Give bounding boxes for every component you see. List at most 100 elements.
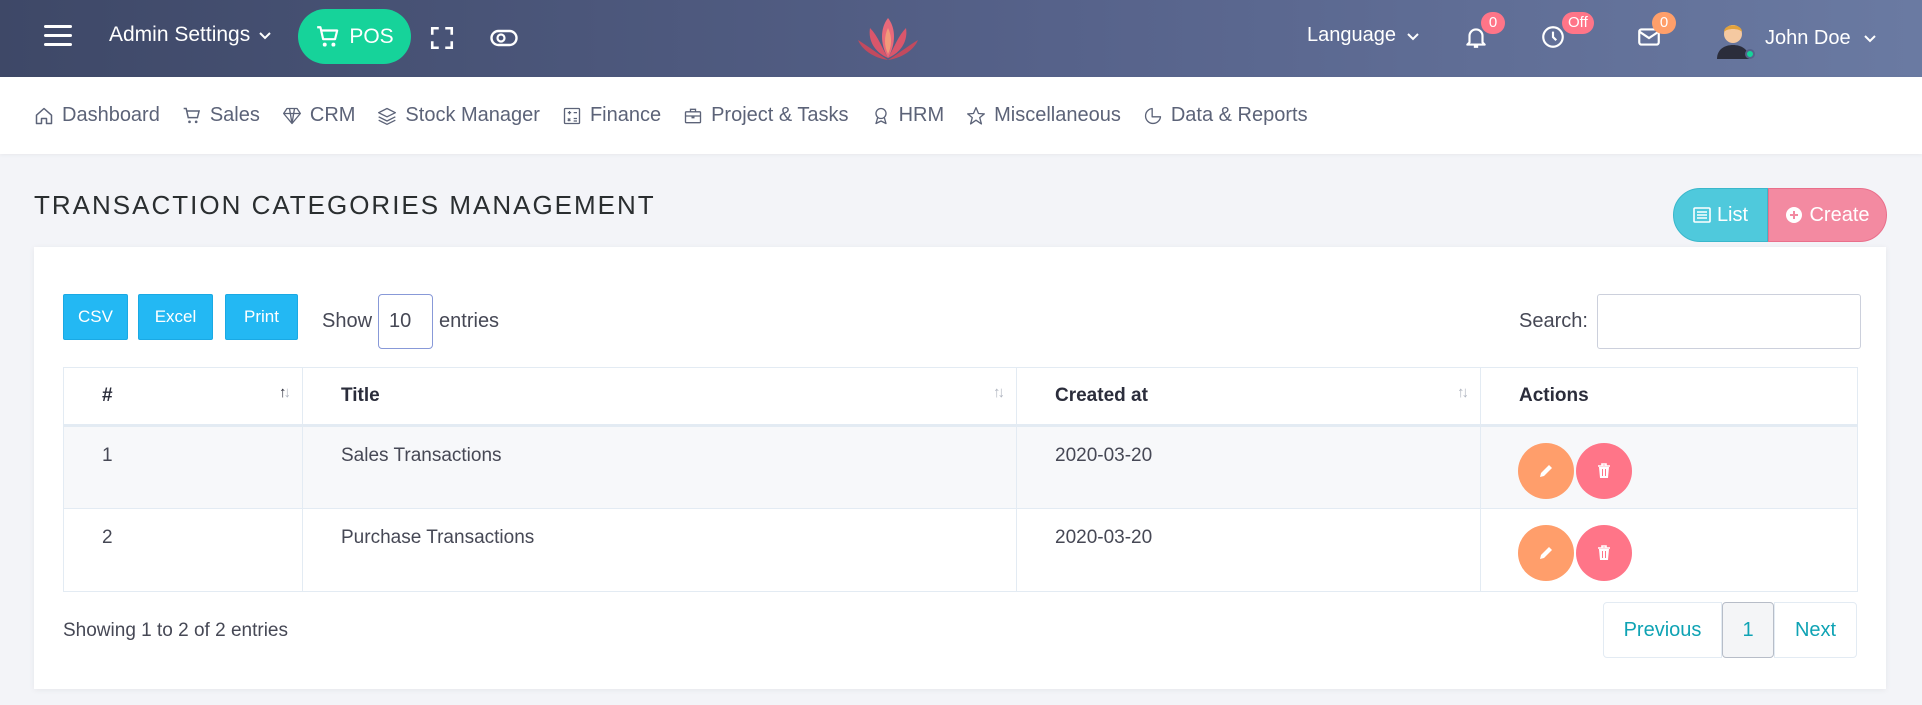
nav-item-data-reports[interactable]: Data & Reports — [1143, 104, 1308, 127]
list-label: List — [1716, 203, 1749, 226]
nav-item-finance[interactable]: Finance — [562, 104, 661, 127]
calculator-icon — [563, 107, 581, 124]
column-header-title[interactable]: Title ↑↓ — [302, 367, 1017, 427]
cart-icon — [183, 107, 200, 123]
header-label: # — [102, 385, 113, 406]
award-icon — [874, 107, 887, 124]
language-label: Language — [1307, 24, 1396, 46]
row-created-at: 2020-03-20 — [1016, 425, 1481, 509]
next-page-button[interactable]: Next — [1774, 602, 1857, 658]
excel-export-button[interactable]: Excel — [138, 294, 213, 340]
user-dropdown[interactable]: John Doe — [1713, 17, 1877, 59]
categories-card: CSV Excel Print Show 10 entries Search: … — [34, 247, 1886, 689]
pencil-icon — [1540, 465, 1552, 477]
create-button[interactable]: Create — [1768, 188, 1887, 242]
edit-button[interactable] — [1518, 443, 1574, 499]
row-number: 1 — [63, 425, 303, 509]
diamond-icon — [282, 107, 301, 124]
chevron-down-icon — [1407, 32, 1419, 40]
admin-settings-label: Admin Settings — [109, 23, 251, 46]
chevron-down-icon — [259, 32, 271, 40]
nav-label: Dashboard — [62, 104, 160, 126]
notifications-badge: 0 — [1481, 12, 1505, 34]
plus-circle-icon — [1786, 207, 1803, 223]
notifications-button[interactable]: 0 — [1463, 12, 1505, 54]
pencil-icon — [1540, 547, 1552, 559]
header-label: Created at — [1055, 385, 1148, 406]
clock-icon — [1542, 26, 1564, 48]
header-label: Actions — [1519, 385, 1589, 406]
main-nav: Dashboard Sales CRM Stock Manager Financ… — [0, 77, 1922, 154]
header-label: Title — [341, 385, 380, 406]
entries-length-control: Show 10 entries — [322, 294, 499, 349]
column-header-created-at[interactable]: Created at ↑↓ — [1016, 367, 1481, 427]
pos-button[interactable]: POS — [298, 9, 411, 64]
chevron-down-icon — [1863, 35, 1876, 43]
trash-icon — [1598, 463, 1610, 478]
sort-icon: ↑↓ — [279, 384, 291, 401]
delete-button[interactable] — [1576, 443, 1632, 499]
pie-chart-icon — [1144, 107, 1162, 124]
row-actions — [1480, 425, 1858, 509]
view-button-group: List Create — [1673, 188, 1887, 242]
column-header-actions: Actions — [1480, 367, 1858, 427]
language-dropdown[interactable]: Language — [1307, 24, 1420, 47]
row-actions — [1480, 508, 1858, 592]
trash-icon — [1598, 545, 1610, 560]
search-label: Search: — [1519, 310, 1588, 332]
delete-button[interactable] — [1576, 525, 1632, 581]
table-row: 2 Purchase Transactions 2020-03-20 — [63, 508, 1858, 592]
toggle-icon[interactable] — [490, 28, 518, 48]
show-label: Show — [322, 310, 373, 332]
search-input[interactable] — [1596, 294, 1861, 349]
column-header-number[interactable]: # ↑↓ — [63, 367, 303, 427]
table-row: 1 Sales Transactions 2020-03-20 — [63, 425, 1858, 509]
nav-label: Stock Manager — [405, 104, 540, 126]
clock-button[interactable]: Off — [1540, 12, 1594, 54]
page-1-button[interactable]: 1 — [1722, 602, 1774, 658]
star-icon — [967, 106, 986, 125]
nav-label: Miscellaneous — [994, 104, 1121, 126]
csv-export-button[interactable]: CSV — [63, 294, 128, 340]
list-button[interactable]: List — [1673, 188, 1768, 242]
search-control: Search: — [1519, 294, 1861, 349]
admin-settings-dropdown[interactable]: Admin Settings — [109, 23, 272, 47]
row-title: Sales Transactions — [302, 425, 1017, 509]
messages-button[interactable]: 0 — [1636, 12, 1676, 54]
nav-item-miscellaneous[interactable]: Miscellaneous — [966, 104, 1121, 127]
row-number: 2 — [63, 508, 303, 592]
nav-item-dashboard[interactable]: Dashboard — [34, 104, 160, 127]
nav-item-sales[interactable]: Sales — [182, 104, 260, 127]
nav-label: Project & Tasks — [711, 104, 849, 126]
row-created-at: 2020-03-20 — [1016, 508, 1481, 592]
menu-toggle-icon[interactable] — [44, 25, 72, 47]
previous-page-button[interactable]: Previous — [1603, 602, 1722, 658]
table-header-row: # ↑↓ Title ↑↓ Created at ↑↓ Actions — [63, 367, 1858, 427]
entries-label: entries — [439, 310, 500, 332]
create-label: Create — [1809, 203, 1870, 226]
print-button[interactable]: Print — [225, 294, 298, 340]
pos-label: POS — [349, 24, 394, 48]
table-info: Showing 1 to 2 of 2 entries — [63, 620, 288, 641]
nav-label: HRM — [898, 104, 945, 126]
fullscreen-icon[interactable] — [429, 25, 455, 51]
categories-table: # ↑↓ Title ↑↓ Created at ↑↓ Actions 1 Sa… — [63, 367, 1858, 592]
edit-button[interactable] — [1518, 525, 1574, 581]
nav-item-crm[interactable]: CRM — [282, 104, 356, 127]
home-icon — [35, 107, 53, 124]
online-status-dot — [1745, 49, 1755, 59]
user-name: John Doe — [1765, 26, 1851, 49]
briefcase-icon — [684, 108, 702, 123]
list-icon — [1693, 207, 1711, 223]
nav-label: Finance — [589, 104, 662, 126]
row-title: Purchase Transactions — [302, 508, 1017, 592]
nav-item-hrm[interactable]: HRM — [871, 104, 945, 127]
entries-select[interactable]: 10 — [378, 294, 434, 349]
nav-item-project-tasks[interactable]: Project & Tasks — [683, 104, 849, 127]
page-title: TRANSACTION CATEGORIES MANAGEMENT — [34, 190, 656, 220]
clock-status-badge: Off — [1562, 12, 1594, 34]
nav-item-stock-manager[interactable]: Stock Manager — [377, 104, 540, 127]
nav-label: CRM — [309, 104, 356, 126]
avatar — [1713, 17, 1755, 59]
lotus-logo — [858, 18, 918, 60]
